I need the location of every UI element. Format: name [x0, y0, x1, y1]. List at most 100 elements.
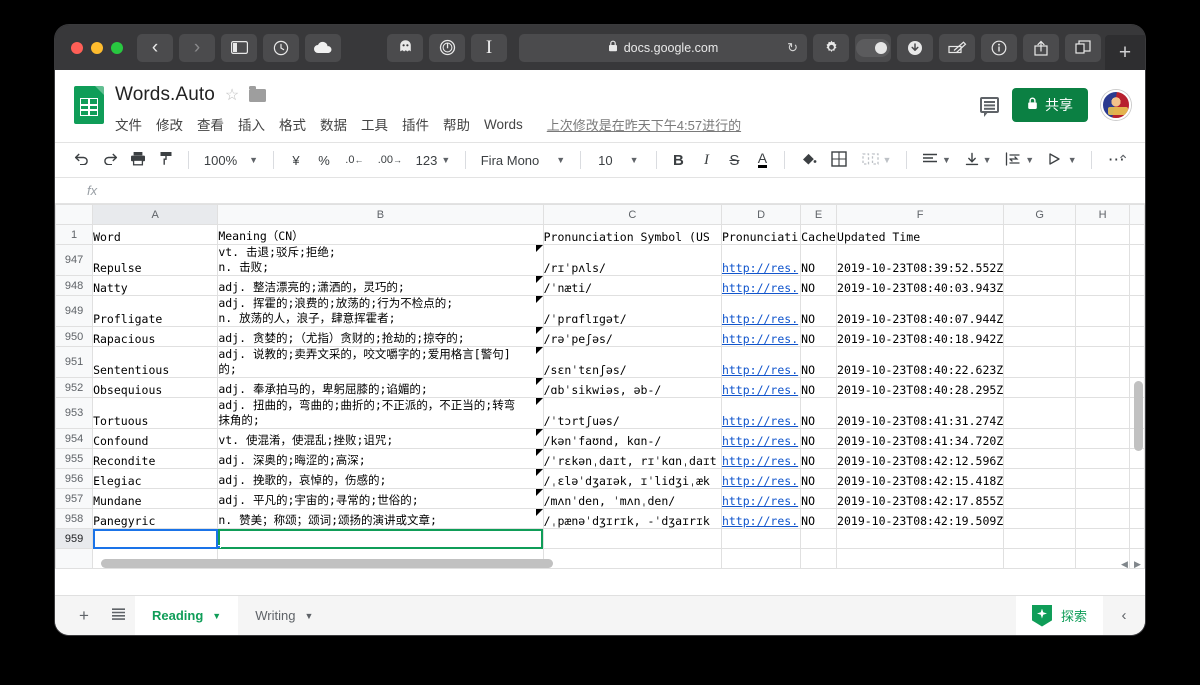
cell-updated-959[interactable] — [836, 528, 1005, 549]
audio-link[interactable]: http://res. — [722, 514, 798, 528]
cell-e1[interactable]: Cache — [800, 224, 838, 245]
cell-word-959[interactable] — [92, 528, 219, 549]
collapse-toolbar-button[interactable]: ⌃ — [1117, 152, 1129, 169]
cell-meaning-954[interactable]: vt. 使混淆，使混乱;挫败;诅咒; — [217, 428, 544, 449]
cell-link-950[interactable]: http://res. — [720, 326, 802, 347]
cell-word-950[interactable]: Rapacious — [92, 326, 219, 347]
cell-g-959[interactable] — [1003, 528, 1076, 549]
cell-ipa-956[interactable]: /ˌɛləˈdʒaɪək, ɪˈlidʒiˌæk — [542, 468, 722, 489]
cell-meaning-951[interactable]: adj. 说教的;卖弄文采的，咬文嚼字的;爱用格言[警句] 的; — [217, 346, 544, 378]
cell-ipa-959[interactable] — [542, 528, 722, 549]
cell-ipa-957[interactable]: /mʌnˈden, ˈmʌnˌden/ — [542, 488, 722, 509]
cell-h1[interactable] — [1074, 224, 1131, 245]
scroll-left-icon[interactable]: ◀ — [1119, 559, 1130, 570]
cell-ipa-954[interactable]: /kənˈfaʊnd, kɑn-/ — [542, 428, 722, 449]
vertical-align-button[interactable]: ▼ — [959, 147, 998, 173]
cell-word-949[interactable]: Profligate — [92, 295, 219, 327]
print-button[interactable] — [125, 147, 151, 173]
row-header-951[interactable]: 951 — [55, 346, 94, 378]
reader-toggle-button[interactable] — [855, 33, 891, 62]
vertical-scrollbar[interactable] — [1134, 226, 1143, 556]
cell-g-950[interactable] — [1003, 326, 1076, 347]
downloads-button[interactable] — [897, 33, 933, 62]
cell-cache-953[interactable]: NO — [800, 397, 838, 429]
column-header-b[interactable]: B — [217, 204, 544, 225]
cell-meaning-955[interactable]: adj. 深奥的;晦涩的;高深; — [217, 448, 544, 469]
cell-cache-950[interactable]: NO — [800, 326, 838, 347]
row-header-948[interactable]: 948 — [55, 275, 94, 296]
cell-cache-955[interactable]: NO — [800, 448, 838, 469]
cell-ipa-951[interactable]: /sɛnˈtɛnʃəs/ — [542, 346, 722, 378]
cell-updated-947[interactable]: 2019-10-23T08:39:52.552Z — [836, 244, 1005, 276]
cell-link-948[interactable]: http://res. — [720, 275, 802, 296]
avatar[interactable] — [1101, 90, 1131, 120]
cell-link-954[interactable]: http://res. — [720, 428, 802, 449]
cell-h-947[interactable] — [1074, 244, 1131, 276]
cell-cache-951[interactable]: NO — [800, 346, 838, 378]
column-header-g[interactable]: G — [1003, 204, 1076, 225]
menu-item-format[interactable]: 格式 — [279, 114, 306, 134]
cell-h-952[interactable] — [1074, 377, 1131, 398]
cell-word-951[interactable]: Sententious — [92, 346, 219, 378]
minimize-window-button[interactable] — [91, 41, 103, 54]
row-header-954[interactable]: 954 — [55, 428, 94, 449]
cell-cache-957[interactable]: NO — [800, 488, 838, 509]
cell-link-947[interactable]: http://res. — [720, 244, 802, 276]
cell-cache-956[interactable]: NO — [800, 468, 838, 489]
menu-item-file[interactable]: 文件 — [115, 114, 142, 134]
cell-meaning-956[interactable]: adj. 挽歌的，哀悼的，伤感的; — [217, 468, 544, 489]
menu-item-data[interactable]: 数据 — [320, 114, 347, 134]
cell-h-953[interactable] — [1074, 397, 1131, 429]
cell-meaning-949[interactable]: adj. 挥霍的;浪费的;放荡的;行为不检点的; n. 放荡的人，浪子，肆意挥霍… — [217, 295, 544, 327]
cell-h-949[interactable] — [1074, 295, 1131, 327]
cell-updated-951[interactable]: 2019-10-23T08:40:22.623Z — [836, 346, 1005, 378]
row-header-947[interactable]: 947 — [55, 244, 94, 276]
forward-button[interactable]: › — [179, 33, 215, 62]
cell-g-949[interactable] — [1003, 295, 1076, 327]
cell-cache-958[interactable]: NO — [800, 508, 838, 529]
cell-g-958[interactable] — [1003, 508, 1076, 529]
cell-cache-959[interactable] — [800, 528, 838, 549]
cell-link-949[interactable]: http://res. — [720, 295, 802, 327]
audio-link[interactable]: http://res. — [722, 494, 798, 508]
cell-updated-955[interactable]: 2019-10-23T08:42:12.596Z — [836, 448, 1005, 469]
row-header-950[interactable]: 950 — [55, 326, 94, 347]
menu-item-words[interactable]: Words — [484, 117, 523, 132]
cell-cache-952[interactable]: NO — [800, 377, 838, 398]
cell-updated-957[interactable]: 2019-10-23T08:42:17.855Z — [836, 488, 1005, 509]
strikethrough-button[interactable]: S — [721, 147, 747, 173]
cell-g1[interactable] — [1003, 224, 1076, 245]
star-icon[interactable]: ☆ — [225, 85, 239, 105]
cell-ipa-949[interactable]: /ˈprɑflɪgət/ — [542, 295, 722, 327]
chevron-down-icon[interactable]: ▼ — [212, 611, 221, 621]
cell-h-951[interactable] — [1074, 346, 1131, 378]
cell-meaning-953[interactable]: adj. 扭曲的，弯曲的;曲折的;不正派的，不正当的;转弯 抹角的; — [217, 397, 544, 429]
horizontal-scrollbar[interactable] — [99, 558, 1127, 569]
italic-button[interactable]: I — [693, 147, 719, 173]
cell-link-958[interactable]: http://res. — [720, 508, 802, 529]
audio-link[interactable]: http://res. — [722, 383, 798, 397]
collapse-panel-button[interactable]: ‹ — [1103, 596, 1145, 636]
cell-h-950[interactable] — [1074, 326, 1131, 347]
redo-button[interactable] — [97, 147, 123, 173]
cell-updated-948[interactable]: 2019-10-23T08:40:03.943Z — [836, 275, 1005, 296]
audio-link[interactable]: http://res. — [722, 363, 798, 377]
cell-updated-958[interactable]: 2019-10-23T08:42:19.509Z — [836, 508, 1005, 529]
scroll-right-icon[interactable]: ▶ — [1132, 559, 1143, 570]
cell-b1[interactable]: Meaning（CN） — [217, 224, 544, 245]
audio-link[interactable]: http://res. — [722, 454, 798, 468]
ghostery-extension-button[interactable] — [387, 33, 423, 62]
row-header-953[interactable]: 953 — [55, 397, 94, 429]
cell-link-956[interactable]: http://res. — [720, 468, 802, 489]
row-header-958[interactable]: 958 — [55, 508, 94, 529]
percent-format-button[interactable]: % — [311, 147, 337, 173]
menu-item-addons[interactable]: 插件 — [402, 114, 429, 134]
menu-item-insert[interactable]: 插入 — [238, 114, 265, 134]
history-button[interactable] — [263, 33, 299, 62]
column-header-f[interactable]: F — [836, 204, 1005, 225]
text-rotation-button[interactable]: ▼ — [1042, 147, 1083, 173]
cell-g-951[interactable] — [1003, 346, 1076, 378]
row-header-957[interactable]: 957 — [55, 488, 94, 509]
share-button[interactable] — [1023, 33, 1059, 62]
decrease-decimal-button[interactable]: .0← — [339, 147, 370, 173]
